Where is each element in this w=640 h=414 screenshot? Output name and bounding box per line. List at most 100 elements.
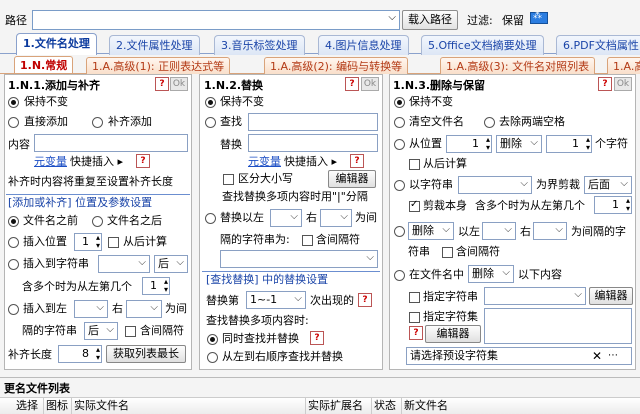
radio-by-string[interactable] xyxy=(394,180,405,191)
check-cut-self[interactable] xyxy=(409,199,420,212)
radio-find[interactable] xyxy=(205,117,216,128)
ok-button[interactable]: Ok xyxy=(614,77,632,91)
pad-length-stepper[interactable]: 8 xyxy=(58,342,102,366)
tab-filename[interactable]: 1.文件名处理 xyxy=(16,33,97,55)
help-icon[interactable]: ? xyxy=(136,154,150,168)
radio-insert-position[interactable] xyxy=(8,237,19,248)
more-icon[interactable]: ⋯ xyxy=(608,349,618,363)
bound-string-select[interactable] xyxy=(458,176,532,194)
check-from-back[interactable] xyxy=(108,237,119,248)
content-input[interactable] xyxy=(34,134,188,152)
col-status[interactable]: 状态 xyxy=(372,397,402,414)
filter-value[interactable]: 保留 xyxy=(502,14,524,28)
chevron-down-icon[interactable]: ⌵ xyxy=(388,12,396,23)
help-icon[interactable]: ? xyxy=(345,77,359,91)
radio-delete-between[interactable] xyxy=(394,226,405,237)
radio-before-name[interactable] xyxy=(8,216,19,227)
col-actual-name[interactable]: 实际文件名 xyxy=(72,397,306,414)
radio-delete-keep[interactable] xyxy=(394,97,405,108)
sep-side-select[interactable]: 后 xyxy=(84,322,118,340)
radio-replace-keep[interactable] xyxy=(205,97,216,108)
find-input[interactable] xyxy=(248,113,378,131)
col-icon[interactable]: 图标 xyxy=(44,397,72,414)
subtab-advanced-1[interactable]: 1.A.高级(1): 正则表达式等 xyxy=(86,57,231,74)
check-include-sep[interactable] xyxy=(442,247,453,258)
check-case-sensitive[interactable] xyxy=(223,174,234,185)
left-select[interactable] xyxy=(270,209,302,227)
help-icon[interactable]: ? xyxy=(155,77,169,91)
radio-pad-add[interactable] xyxy=(92,117,103,128)
check-include-sep[interactable] xyxy=(125,326,136,337)
from-position-stepper[interactable]: 1 xyxy=(446,132,492,156)
radio-keep[interactable] xyxy=(8,97,19,108)
col-select[interactable]: 选择 xyxy=(14,397,44,414)
bound-side-select[interactable]: 后面 xyxy=(584,176,632,194)
subtab-advanced-2[interactable]: 1.A.高级(2): 编码与转换等 xyxy=(264,57,409,74)
col-actual-ext[interactable]: 实际扩展名 xyxy=(306,397,372,414)
check-spec-charset[interactable] xyxy=(409,312,420,323)
delete-mode-select[interactable]: 删除 xyxy=(496,135,542,153)
radio-replace-left[interactable] xyxy=(205,213,216,224)
ok-button[interactable]: Ok xyxy=(361,77,379,91)
meta-variable-link[interactable]: 元变量 xyxy=(34,155,67,169)
side-select[interactable]: 后 xyxy=(154,255,188,273)
tab-image-info[interactable]: 4.图片信息处理 xyxy=(318,35,409,55)
left-select[interactable] xyxy=(482,222,516,240)
tab-pdf-properties[interactable]: 6.PDF文档属性 xyxy=(556,35,640,55)
left-select[interactable] xyxy=(74,300,108,318)
subtab-advanced-3[interactable]: 1.A.高级(3): 文件名对照列表 xyxy=(440,57,596,74)
radio-insert-to-string[interactable] xyxy=(8,259,19,270)
quick-insert-menu[interactable]: 快捷插入 ▸ xyxy=(284,155,337,169)
in-filename-mode-select[interactable]: 删除 xyxy=(468,265,514,283)
get-max-length-button[interactable]: 获取列表最长 xyxy=(106,345,186,363)
radio-trim-spaces[interactable] xyxy=(484,117,495,128)
path-input[interactable]: ⌵ xyxy=(32,10,400,30)
check-include-sep[interactable] xyxy=(302,235,313,246)
subtab-normal[interactable]: 1.N.常规 xyxy=(14,56,74,73)
meta-variable-link[interactable]: 元变量 xyxy=(248,155,281,169)
editor-button[interactable]: 编辑器 xyxy=(425,325,481,343)
replace-input[interactable] xyxy=(248,134,378,152)
close-icon[interactable]: ✕ xyxy=(592,349,602,363)
help-icon[interactable]: ? xyxy=(350,154,364,168)
string-select[interactable] xyxy=(98,255,150,273)
right-select[interactable] xyxy=(126,300,162,318)
editor-button[interactable]: 编辑器 xyxy=(328,170,376,188)
right-select[interactable] xyxy=(320,209,352,227)
radio-after-name[interactable] xyxy=(92,216,103,227)
help-icon[interactable]: ? xyxy=(358,293,372,307)
delete-between-select[interactable]: 删除 xyxy=(408,222,454,240)
radio-simultaneous[interactable] xyxy=(207,334,218,345)
radio-clear-name[interactable] xyxy=(394,117,405,128)
subtab-advanced-4[interactable]: 1.A.高 xyxy=(607,57,640,74)
quick-insert-menu[interactable]: 快捷插入 ▸ xyxy=(70,155,123,169)
load-path-button[interactable]: 载入路径 xyxy=(402,10,458,30)
radio-in-filename[interactable] xyxy=(394,270,405,281)
tab-office-summary[interactable]: 5.Office文档摘要处理 xyxy=(421,35,544,55)
radio-direct-add[interactable] xyxy=(8,117,19,128)
tab-music-tags[interactable]: 3.音乐标签处理 xyxy=(214,35,305,55)
ok-button[interactable]: Ok xyxy=(170,77,188,91)
check-include-sep-label: 含间隔符 xyxy=(140,324,184,337)
help-icon[interactable]: ? xyxy=(310,331,324,345)
tab-file-attributes[interactable]: 2.文件属性处理 xyxy=(109,35,200,55)
help-icon[interactable]: ? xyxy=(409,326,423,340)
col-new-name[interactable]: 新文件名 xyxy=(402,397,640,414)
sep-string-select[interactable] xyxy=(220,250,378,268)
spec-string-select[interactable] xyxy=(484,287,586,305)
char-count-stepper[interactable]: 1 xyxy=(546,132,592,156)
occurrence-stepper[interactable]: 1 xyxy=(594,193,632,217)
right-select[interactable] xyxy=(533,222,567,240)
nth-select[interactable]: 1~-1 xyxy=(246,291,306,309)
check-spec-string[interactable] xyxy=(409,292,420,303)
filter-flag-icon[interactable]: ⁂ xyxy=(530,11,548,24)
help-icon[interactable]: ? xyxy=(598,77,612,91)
editor-button[interactable]: 编辑器 xyxy=(589,287,633,305)
radio-insert-left[interactable] xyxy=(8,304,19,315)
radio-sequential[interactable] xyxy=(207,352,218,363)
radio-from-position[interactable] xyxy=(394,139,405,150)
charset-input[interactable] xyxy=(484,308,632,344)
position-stepper[interactable]: 1 xyxy=(74,230,102,254)
check-from-back[interactable] xyxy=(409,159,420,170)
occurrence-stepper[interactable]: 1 xyxy=(142,274,170,298)
